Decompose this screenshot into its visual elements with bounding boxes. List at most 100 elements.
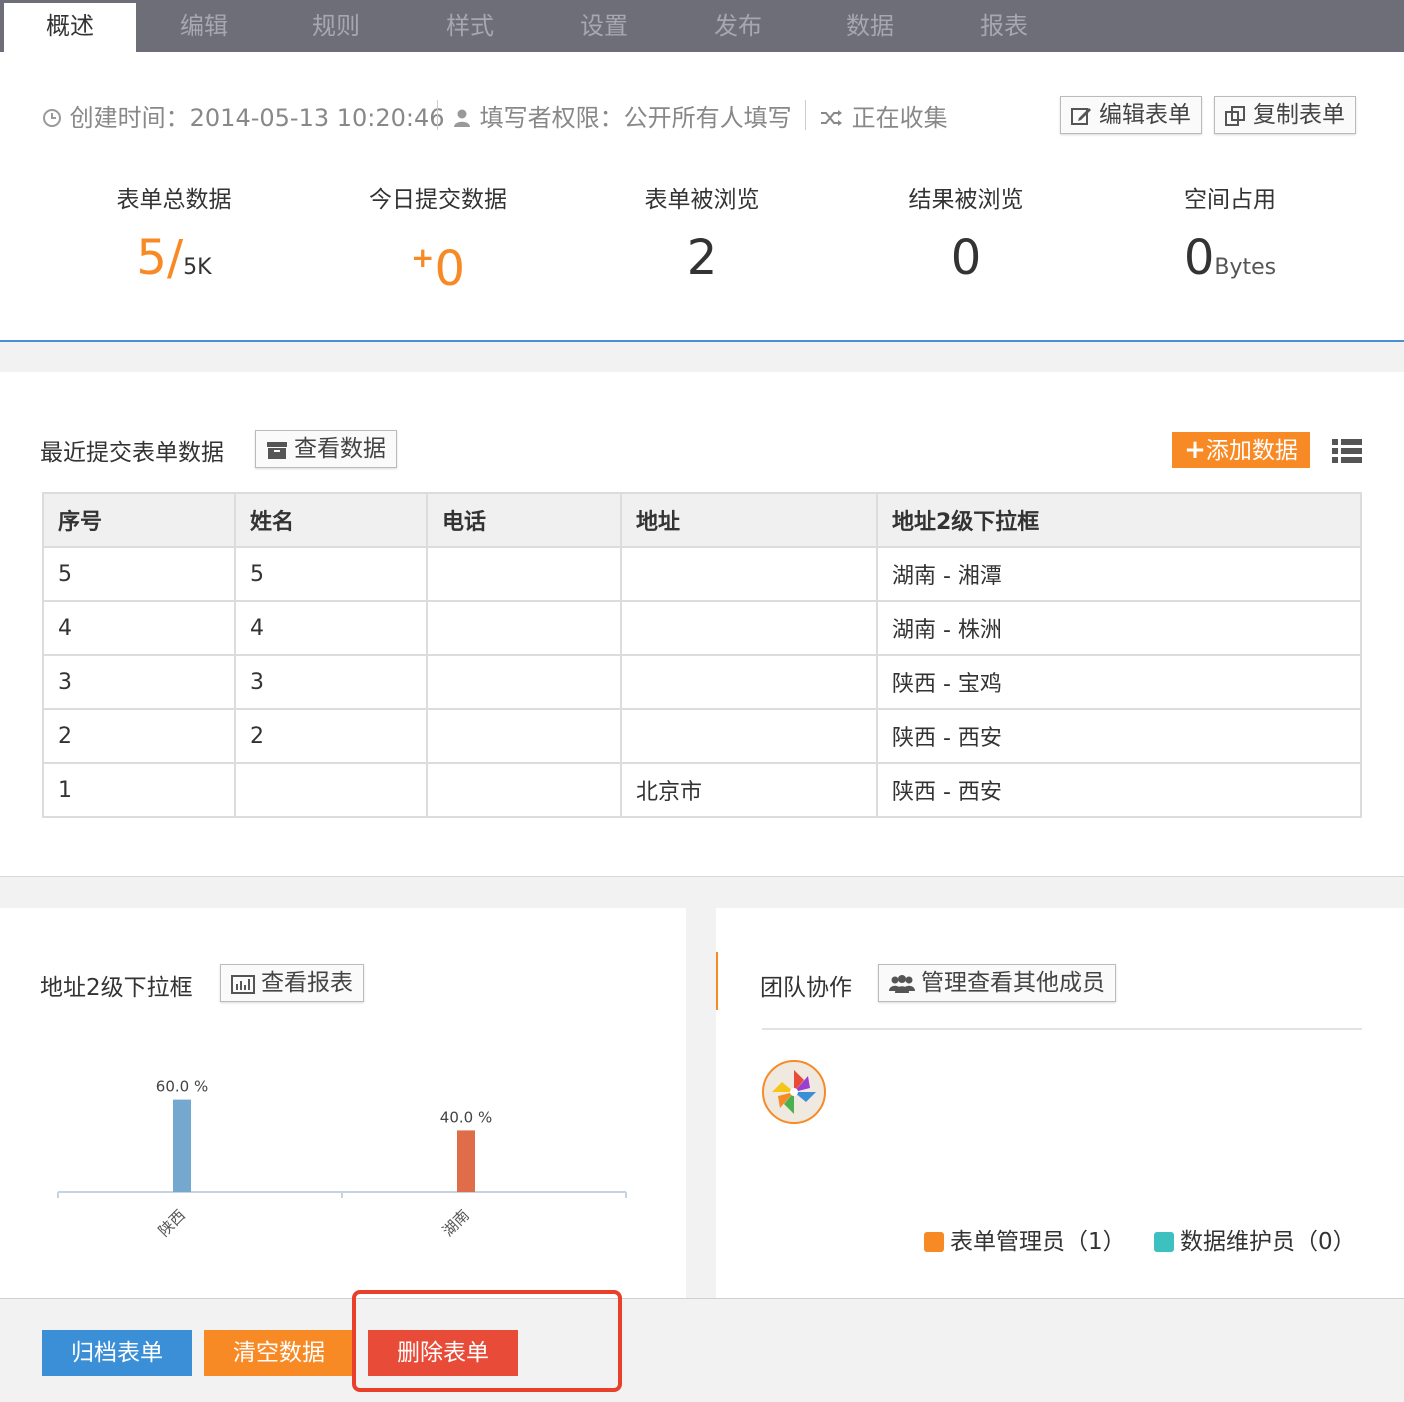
stat-result-value: 0: [950, 230, 982, 286]
table-cell: [620, 546, 878, 602]
copy-form-button[interactable]: 复制表单: [1214, 96, 1356, 134]
divider: [437, 100, 438, 130]
bottom-divider: [0, 1298, 1404, 1299]
stat-space-unit: Bytes: [1214, 255, 1277, 280]
tick-label: 湖南: [439, 1206, 473, 1240]
legend-maintainer-label: 数据维护员（0）: [1180, 1229, 1356, 1255]
accent-bar: [716, 952, 718, 1010]
table-header-row: 序号 姓名 电话 地址 地址2级下拉框: [42, 492, 1362, 548]
view-data-button[interactable]: 查看数据: [255, 430, 397, 468]
clear-data-button[interactable]: 清空数据: [204, 1330, 354, 1376]
data-label: 60.0 %: [156, 1078, 208, 1096]
divider: [762, 1028, 1362, 1030]
permission: 填写者权限：公开所有人填写: [452, 98, 792, 133]
legend-swatch: [924, 1232, 944, 1252]
table-row[interactable]: 2 2 陕西 - 西安: [42, 708, 1362, 764]
tab-edit[interactable]: 编辑: [138, 0, 270, 52]
tab-data[interactable]: 数据: [804, 0, 936, 52]
table-row[interactable]: 3 3 陕西 - 宝鸡: [42, 654, 1362, 710]
table-cell: 湖南 - 湘潭: [876, 546, 1362, 602]
legend-admin-label: 表单管理员（1）: [950, 1229, 1126, 1255]
table-cell: 2: [42, 708, 236, 764]
view-report-label: 查看报表: [261, 970, 353, 996]
created-time-text: 创建时间：2014-05-13 10:20:46: [69, 104, 445, 132]
tab-publish[interactable]: 发布: [672, 0, 804, 52]
collect-status-text: 正在收集: [851, 104, 948, 132]
table-cell: 1: [42, 762, 236, 818]
col-header: 电话: [426, 492, 622, 548]
table-cell: 5: [42, 546, 236, 602]
legend-swatch: [1154, 1232, 1174, 1252]
data-label: 40.0 %: [440, 1108, 492, 1126]
table-cell: [426, 654, 622, 710]
user-icon: [454, 109, 470, 127]
view-data-label: 查看数据: [294, 436, 386, 462]
stat-total-value: 5/: [136, 230, 184, 286]
clock-icon: [43, 109, 61, 127]
recent-data-table: 序号 姓名 电话 地址 地址2级下拉框 5 5 湖南 - 湘潭 4 4 湖南 -…: [42, 492, 1362, 818]
table-cell: [620, 708, 878, 764]
tab-overview[interactable]: 概述: [4, 3, 136, 52]
table-cell: 2: [234, 708, 428, 764]
view-report-button[interactable]: 查看报表: [220, 964, 364, 1002]
stat-space-value: 0: [1183, 230, 1215, 286]
bar-chart: 60.0 % 陕西 40.0 % 湖南: [57, 1078, 627, 1240]
edit-form-label: 编辑表单: [1099, 102, 1191, 128]
col-header: 序号: [42, 492, 236, 548]
add-data-label: 添加数据: [1205, 438, 1298, 464]
table-row[interactable]: 5 5 湖南 - 湘潭: [42, 546, 1362, 602]
table-cell: 陕西 - 西安: [876, 762, 1362, 818]
table-cell: 陕西 - 宝鸡: [876, 654, 1362, 710]
section-divider: [0, 340, 1404, 342]
stat-today-label: 今日提交数据: [369, 187, 507, 213]
recent-title: 最近提交表单数据: [40, 440, 224, 466]
table-cell: 4: [42, 600, 236, 656]
team-title: 团队协作: [760, 975, 852, 1001]
table-cell: [426, 708, 622, 764]
avatar[interactable]: [762, 1060, 826, 1124]
plus-icon: +: [410, 241, 435, 274]
tab-report[interactable]: 报表: [938, 0, 1070, 52]
col-header: 地址2级下拉框: [876, 492, 1362, 548]
table-row[interactable]: 1 北京市 陕西 - 西安: [42, 762, 1362, 818]
table-cell: [620, 600, 878, 656]
stat-space: 0Bytes: [1110, 228, 1350, 298]
table-cell: 3: [42, 654, 236, 710]
table-cell: 北京市: [620, 762, 878, 818]
table-cell: 湖南 - 株洲: [876, 600, 1362, 656]
list-view-icon[interactable]: [1332, 438, 1362, 464]
divider: [805, 100, 806, 130]
tab-rules[interactable]: 规则: [270, 0, 402, 52]
top-nav: 概述 编辑 规则 样式 设置 发布 数据 报表: [0, 0, 1404, 52]
stat-views-value: 2: [686, 230, 718, 286]
stat-total-label: 表单总数据: [116, 187, 232, 213]
add-data-button[interactable]: +添加数据: [1172, 432, 1310, 468]
table-cell: 陕西 - 西安: [876, 708, 1362, 764]
table-row[interactable]: 4 4 湖南 - 株洲: [42, 600, 1362, 656]
tab-style[interactable]: 样式: [404, 0, 536, 52]
tab-settings[interactable]: 设置: [538, 0, 670, 52]
stat-today-value: 0: [434, 241, 465, 297]
table-cell: [234, 762, 428, 818]
created-time: 创建时间：2014-05-13 10:20:46: [42, 98, 445, 133]
edit-icon: [1071, 108, 1091, 125]
table-cell: [426, 600, 622, 656]
edit-form-button[interactable]: 编辑表单: [1060, 96, 1202, 134]
bar-陕西[interactable]: [173, 1099, 191, 1192]
stat-views-label: 表单被浏览: [644, 187, 760, 213]
bar-chart-icon: [231, 975, 255, 994]
manage-members-button[interactable]: 管理查看其他成员: [878, 964, 1116, 1002]
bar-湖南[interactable]: [457, 1130, 475, 1192]
stat-total-limit: 5K: [183, 255, 212, 280]
collect-status: 正在收集: [820, 98, 948, 133]
table-cell: [620, 654, 878, 710]
table-cell: [426, 546, 622, 602]
table-cell: [426, 762, 622, 818]
table-cell: 5: [234, 546, 428, 602]
table-cell: 3: [234, 654, 428, 710]
archive-icon: [267, 442, 287, 459]
plus-icon: +: [1184, 435, 1206, 465]
archive-form-button[interactable]: 归档表单: [42, 1330, 192, 1376]
shuffle-icon: [821, 110, 842, 126]
table-cell: 4: [234, 600, 428, 656]
